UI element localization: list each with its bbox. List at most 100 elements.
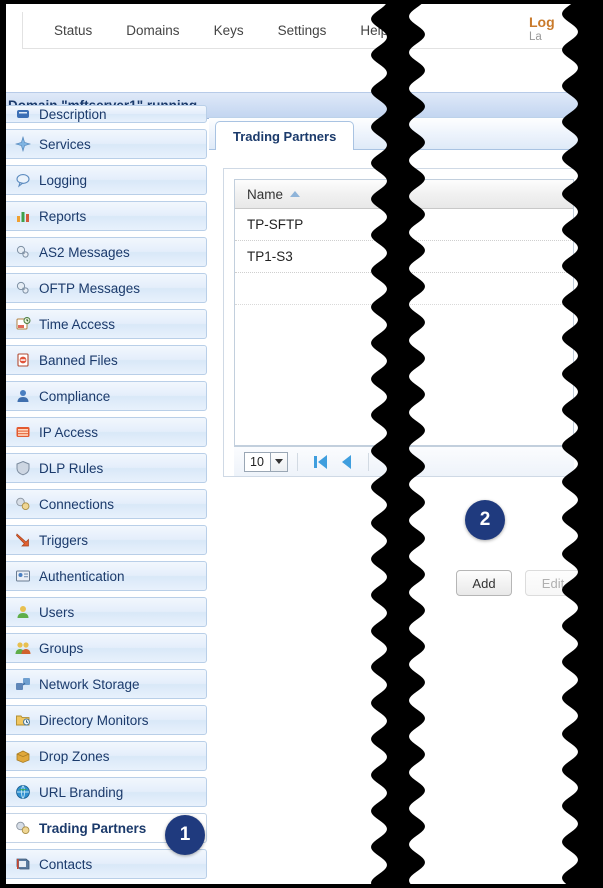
sidebar-item-label: DLP Rules bbox=[39, 461, 103, 476]
sidebar-item-label: Triggers bbox=[39, 533, 88, 548]
description-icon bbox=[15, 106, 31, 122]
sidebar-item-description[interactable]: Description bbox=[6, 105, 207, 123]
logging-icon bbox=[15, 172, 31, 188]
sidebar-item-services[interactable]: Services bbox=[6, 129, 207, 159]
sidebar-item-users[interactable]: Users bbox=[6, 597, 207, 627]
sidebar-item-banned-files[interactable]: Banned Files bbox=[6, 345, 207, 375]
table-row[interactable]: TP1-S3 bbox=[235, 241, 573, 273]
sidebar-item-label: Services bbox=[39, 137, 91, 152]
sidebar-item-url-branding[interactable]: URL Branding bbox=[6, 777, 207, 807]
pager-first-button[interactable] bbox=[307, 451, 333, 473]
tab-strip-top-rule bbox=[209, 117, 595, 118]
directory-monitors-icon bbox=[15, 712, 31, 728]
grid-body: TP-SFTP TP1-S3 bbox=[235, 209, 573, 445]
table-row[interactable]: TP-SFTP bbox=[235, 209, 573, 241]
sidebar-item-directory-monitors[interactable]: Directory Monitors bbox=[6, 705, 207, 735]
annotation-badge-1: 1 bbox=[165, 815, 205, 855]
sidebar-item-label: Reports bbox=[39, 209, 86, 224]
tab-strip: Trading Partners bbox=[209, 117, 595, 150]
sidebar-item-label: Logging bbox=[39, 173, 87, 188]
account-block: Log La bbox=[529, 14, 589, 44]
sidebar-item-label: Drop Zones bbox=[39, 749, 110, 764]
sidebar-item-label: Connections bbox=[39, 497, 114, 512]
groups-icon bbox=[15, 640, 31, 656]
sidebar-item-authentication[interactable]: Authentication bbox=[6, 561, 207, 591]
as2-messages-icon bbox=[15, 244, 31, 260]
menu-domains[interactable]: Domains bbox=[109, 19, 196, 42]
sidebar-item-network-storage[interactable]: Network Storage bbox=[6, 669, 207, 699]
logout-link[interactable]: Log bbox=[529, 14, 589, 30]
banned-files-icon bbox=[15, 352, 31, 368]
time-access-icon bbox=[15, 316, 31, 332]
sidebar-item-ip-access[interactable]: IP Access bbox=[6, 417, 207, 447]
column-header-name[interactable]: Name bbox=[247, 187, 283, 202]
page-size-select[interactable]: 10 bbox=[244, 452, 288, 472]
compliance-icon bbox=[15, 388, 31, 404]
chevron-down-icon bbox=[270, 453, 287, 471]
menu-settings[interactable]: Settings bbox=[261, 19, 344, 42]
sidebar-item-logging[interactable]: Logging bbox=[6, 165, 207, 195]
menu-status[interactable]: Status bbox=[37, 19, 109, 42]
sidebar-item-label: Network Storage bbox=[39, 677, 140, 692]
network-storage-icon bbox=[15, 676, 31, 692]
sidebar-item-label: Authentication bbox=[39, 569, 125, 584]
main-menu-bar: Status Domains Keys Settings Help bbox=[22, 12, 582, 49]
sidebar-item-groups[interactable]: Groups bbox=[6, 633, 207, 663]
menu-keys[interactable]: Keys bbox=[197, 19, 261, 42]
edit-button: Edit bbox=[525, 570, 581, 596]
trading-partners-icon bbox=[15, 820, 31, 836]
sidebar-item-label: AS2 Messages bbox=[39, 245, 130, 260]
menu-help-label: Help bbox=[360, 23, 388, 38]
menu-help[interactable]: Help bbox=[343, 19, 422, 42]
sort-ascending-icon bbox=[290, 191, 300, 197]
cell-name: TP1-S3 bbox=[247, 249, 293, 264]
sidebar-item-label: Trading Partners bbox=[39, 821, 146, 836]
sidebar-item-time-access[interactable]: Time Access bbox=[6, 309, 207, 339]
sidebar-item-label: Users bbox=[39, 605, 74, 620]
grid-header-row: Name bbox=[235, 180, 573, 209]
drop-zones-icon bbox=[15, 748, 31, 764]
sidebar-item-label: Directory Monitors bbox=[39, 713, 149, 728]
sidebar-item-label: Contacts bbox=[39, 857, 92, 872]
sidebar-item-triggers[interactable]: Triggers bbox=[6, 525, 207, 555]
sidebar-item-label: Time Access bbox=[39, 317, 115, 332]
grid-action-buttons: Add Edit bbox=[456, 570, 581, 596]
url-branding-icon bbox=[15, 784, 31, 800]
users-icon bbox=[15, 604, 31, 620]
cell-name: TP-SFTP bbox=[247, 217, 303, 232]
frame-top bbox=[0, 0, 603, 4]
pager-divider-2 bbox=[368, 453, 369, 471]
last-login-text: La bbox=[529, 30, 589, 44]
connections-icon bbox=[15, 496, 31, 512]
sidebar-item-connections[interactable]: Connections bbox=[6, 489, 207, 519]
pager-prev-button[interactable] bbox=[333, 451, 359, 473]
sidebar-item-label: Compliance bbox=[39, 389, 110, 404]
previous-page-icon bbox=[342, 455, 351, 469]
reports-icon bbox=[15, 208, 31, 224]
frame-bottom bbox=[0, 884, 603, 888]
triggers-icon bbox=[15, 532, 31, 548]
tab-trading-partners-label: Trading Partners bbox=[233, 129, 336, 144]
screenshot-root: Status Domains Keys Settings Help Log La… bbox=[0, 0, 603, 888]
sidebar-item-dlp-rules[interactable]: DLP Rules bbox=[6, 453, 207, 483]
sidebar-item-oftp-messages[interactable]: OFTP Messages bbox=[6, 273, 207, 303]
sidebar-item-compliance[interactable]: Compliance bbox=[6, 381, 207, 411]
frame-left bbox=[0, 0, 6, 888]
ip-access-icon bbox=[15, 424, 31, 440]
sidebar-item-label: IP Access bbox=[39, 425, 98, 440]
frame-right bbox=[597, 0, 603, 888]
annotation-badge-2: 2 bbox=[465, 500, 505, 540]
grid-pager: 10 bbox=[234, 446, 574, 476]
oftp-messages-icon bbox=[15, 280, 31, 296]
sidebar-item-as2-messages[interactable]: AS2 Messages bbox=[6, 237, 207, 267]
tab-trading-partners[interactable]: Trading Partners bbox=[215, 121, 354, 150]
sidebar-nav: DescriptionServicesLoggingReportsAS2 Mes… bbox=[6, 117, 207, 884]
authentication-icon bbox=[15, 568, 31, 584]
content-area: Trading Partners Name TP-SFTPTP1-S3 1 bbox=[209, 117, 595, 477]
sidebar-item-reports[interactable]: Reports bbox=[6, 201, 207, 231]
sidebar-item-drop-zones[interactable]: Drop Zones bbox=[6, 741, 207, 771]
services-icon bbox=[15, 136, 31, 152]
add-button[interactable]: Add bbox=[456, 570, 512, 596]
sidebar-item-label: Groups bbox=[39, 641, 83, 656]
sidebar-item-label: Description bbox=[39, 107, 107, 122]
